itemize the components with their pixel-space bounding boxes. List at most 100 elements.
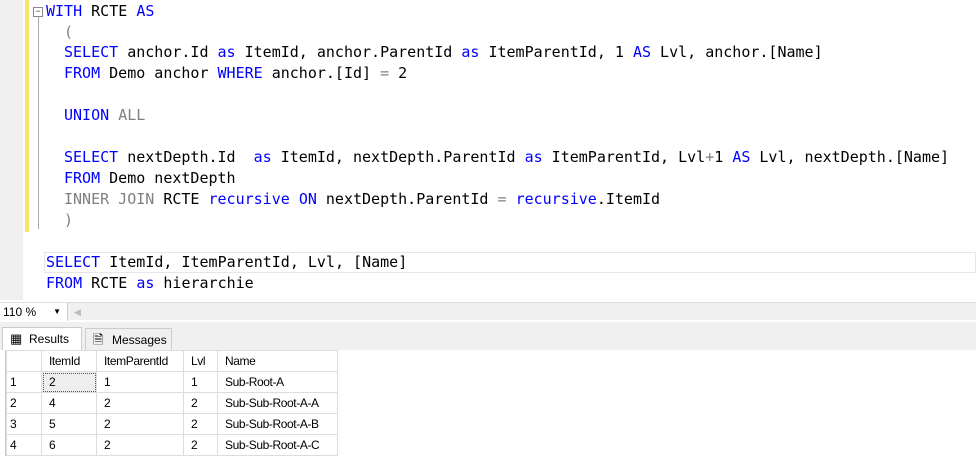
sql-text: ItemParentId, 1 (479, 43, 633, 61)
editor-gutter (0, 0, 23, 300)
tab-messages-label: Messages (112, 333, 167, 347)
sql-keyword: SELECT (64, 148, 119, 166)
code-line: INNER JOIN RCTE recursive ON nextDepth.P… (64, 189, 660, 210)
table-cell[interactable]: 2 (96, 413, 184, 435)
code-line: SELECT ItemId, ItemParentId, Lvl, [Name] (46, 252, 407, 273)
code-line: WITH RCTE AS (46, 1, 154, 22)
collapse-icon[interactable]: − (33, 7, 43, 17)
sql-keyword: as (524, 148, 543, 166)
sql-keyword: UNION (64, 106, 110, 124)
header-row: ItemId ItemParentId Lvl Name (6, 350, 338, 372)
table-cell[interactable]: 2 (96, 434, 184, 456)
sql-text: RCTE (82, 274, 137, 292)
table-row[interactable]: 4 6 2 2 Sub-Sub-Root-A-C (6, 434, 338, 456)
column-header[interactable]: ItemId (41, 350, 97, 372)
sql-operator: ALL (118, 106, 146, 124)
sql-keyword: as (253, 148, 272, 166)
table-cell[interactable]: 1 (183, 371, 218, 393)
sql-keyword: as (217, 43, 236, 61)
sql-text: Lvl, anchor.[Name] (651, 43, 823, 61)
sql-keyword: recursive (515, 190, 597, 208)
row-number[interactable]: 2 (6, 392, 42, 414)
sql-operator: ) (64, 211, 74, 229)
change-indicator-bar (25, 0, 29, 232)
sql-text: Demo nextDepth (100, 169, 236, 187)
table-cell[interactable]: Sub-Sub-Root-A-C (217, 434, 338, 456)
sql-keyword: FROM (46, 274, 83, 292)
table-cell[interactable]: 1 (96, 371, 184, 393)
row-number[interactable]: 3 (6, 413, 42, 435)
sql-keyword: FROM (64, 64, 101, 82)
row-number-header (6, 350, 42, 372)
code-line: FROM Demo nextDepth (64, 168, 236, 189)
sql-text: 1 (714, 148, 733, 166)
tab-messages[interactable]: 🗎 Messages (85, 328, 172, 351)
code-line: ) (64, 210, 73, 231)
table-row[interactable]: 1 2 1 1 Sub-Root-A (6, 371, 338, 393)
sql-operator: = (497, 190, 507, 208)
column-header[interactable]: ItemParentId (96, 350, 184, 372)
tab-results-label: Results (29, 332, 70, 346)
fold-guide (38, 17, 39, 229)
code-line: SELECT anchor.Id as ItemId, anchor.Paren… (64, 42, 823, 63)
zoom-dropdown[interactable]: 110 % ▼ (0, 303, 68, 321)
code-line: FROM Demo anchor WHERE anchor.[Id] = 2 (64, 63, 407, 84)
sql-text: anchor.[Id] (262, 64, 381, 82)
row-number[interactable]: 1 (6, 371, 42, 393)
tab-results[interactable]: ▦ Results (2, 327, 82, 350)
sql-text: ItemId, anchor.ParentId (235, 43, 462, 61)
query-editor[interactable]: − WITH RCTE AS(SELECT anchor.Id as ItemI… (0, 0, 976, 300)
table-cell[interactable]: 2 (41, 371, 97, 393)
table-cell[interactable]: Sub-Sub-Root-A-B (217, 413, 338, 435)
table-cell[interactable]: 2 (183, 392, 218, 414)
sql-text: nextDepth.Id (118, 148, 254, 166)
table-cell[interactable]: Sub-Sub-Root-A-A (217, 392, 338, 414)
sql-text: nextDepth.ParentId (316, 190, 498, 208)
sql-text: RCTE (82, 2, 137, 20)
table-cell[interactable]: 5 (41, 413, 97, 435)
row-number[interactable]: 4 (6, 434, 42, 456)
column-header[interactable]: Name (217, 350, 338, 372)
sql-text: ItemParentId, Lvl (542, 148, 706, 166)
table-cell[interactable]: 2 (183, 434, 218, 456)
sql-operator: + (705, 148, 715, 166)
column-header[interactable]: Lvl (183, 350, 218, 372)
sql-keyword: SELECT (46, 253, 101, 271)
sql-text: ItemId, ItemParentId, Lvl, [Name] (100, 253, 408, 271)
sql-keyword: SELECT (64, 43, 119, 61)
sql-text: ItemId, nextDepth.ParentId (271, 148, 525, 166)
sql-keyword: recursive (208, 190, 290, 208)
sql-text: RCTE (154, 190, 209, 208)
sql-text: .ItemId (596, 190, 661, 208)
code-line: FROM RCTE as hierarchie (46, 273, 254, 294)
grid-icon: ▦ (10, 331, 23, 346)
sql-operator: = (380, 64, 390, 82)
sql-keyword: FROM (64, 169, 101, 187)
scroll-left-icon[interactable]: ◀ (74, 303, 81, 321)
table-row[interactable]: 2 4 2 2 Sub-Sub-Root-A-A (6, 392, 338, 414)
sql-operator: ( (64, 23, 74, 41)
table-cell[interactable]: 4 (41, 392, 97, 414)
sql-operator: INNER JOIN (64, 190, 155, 208)
sql-keyword: AS (732, 148, 751, 166)
sql-text: Demo anchor (100, 64, 218, 82)
table-row[interactable]: 3 5 2 2 Sub-Sub-Root-A-B (6, 413, 338, 435)
sql-keyword: AS (136, 2, 155, 20)
table-cell[interactable]: 6 (41, 434, 97, 456)
table-cell[interactable]: 2 (183, 413, 218, 435)
sql-text: anchor.Id (118, 43, 218, 61)
sql-keyword: as (461, 43, 480, 61)
results-grid[interactable]: ItemId ItemParentId Lvl Name 1 2 1 1 Sub-Roo… (5, 350, 338, 456)
messages-icon: 🗎 (93, 332, 104, 347)
code-line: ( (64, 22, 73, 43)
code-line: SELECT nextDepth.Id as ItemId, nextDepth… (64, 147, 949, 168)
sql-text: Lvl, nextDepth.[Name] (750, 148, 950, 166)
zoom-value: 110 % (3, 305, 37, 319)
chevron-down-icon: ▼ (53, 307, 61, 316)
table-cell[interactable]: 2 (96, 392, 184, 414)
sql-keyword: WITH (46, 2, 83, 20)
table-cell[interactable]: Sub-Root-A (217, 371, 338, 393)
